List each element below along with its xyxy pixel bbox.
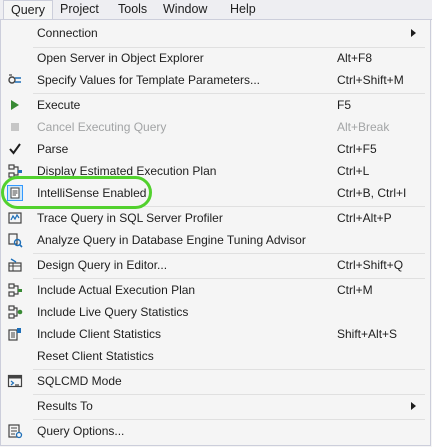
menu-item-label: Specify Values for Template Parameters..…: [37, 73, 260, 87]
menu-item-label: Connection: [37, 26, 98, 40]
menu-item-label: Query Options...: [37, 424, 125, 438]
menu-item-shortcut: Alt+Break: [337, 120, 390, 134]
menu-item-label: Include Actual Execution Plan: [37, 283, 196, 297]
menu-item-trace-profiler[interactable]: Trace Query in SQL Server Profiler Ctrl+…: [1, 207, 430, 229]
menu-item-shortcut: Ctrl+L: [337, 164, 370, 178]
menu-item-shortcut: Shift+Alt+S: [337, 327, 398, 341]
query-menu-dropdown: Connection Open Server in Object Explore…: [0, 19, 431, 446]
menu-item-shortcut: Ctrl+B, Ctrl+I: [337, 186, 407, 200]
menu-item-shortcut: F5: [337, 98, 352, 112]
highlight-annotation-circle: [1, 176, 152, 209]
menu-item-label: Include Client Statistics: [37, 327, 162, 341]
menu-item-open-server[interactable]: Open Server in Object Explorer Alt+F8: [1, 47, 430, 69]
menu-item-label: SQLCMD Mode: [37, 374, 122, 388]
tuning-advisor-icon: [8, 233, 23, 248]
menu-item-tuning-advisor[interactable]: Analyze Query in Database Engine Tuning …: [1, 229, 430, 251]
menu-item-shortcut: Ctrl+Shift+Q: [337, 258, 404, 272]
menu-item-sqlcmd-mode[interactable]: SQLCMD Mode: [1, 370, 430, 392]
menu-item-template-parameters[interactable]: Specify Values for Template Parameters..…: [1, 69, 430, 91]
stop-icon: [11, 123, 19, 131]
menubar-help[interactable]: Help: [223, 0, 263, 19]
menu-item-label: Cancel Executing Query: [37, 120, 167, 134]
menu-item-label: Trace Query in SQL Server Profiler: [37, 211, 223, 225]
sqlcmd-icon: [7, 374, 23, 388]
live-stats-icon: [8, 305, 23, 319]
menu-item-execute[interactable]: Execute F5: [1, 94, 430, 116]
menu-item-label: Execute: [37, 98, 81, 112]
menu-item-label: Results To: [37, 399, 93, 413]
submenu-arrow-icon: [411, 402, 416, 410]
menubar-tools[interactable]: Tools: [111, 0, 154, 19]
menu-item-design-query[interactable]: Design Query in Editor... Ctrl+Shift+Q: [1, 254, 430, 276]
menu-item-parse[interactable]: Parse Ctrl+F5: [1, 138, 430, 160]
menubar-project[interactable]: Project: [53, 0, 106, 19]
template-parameters-icon: [8, 74, 21, 84]
menu-item-connection[interactable]: Connection: [1, 22, 430, 44]
menu-item-label: Analyze Query in Database Engine Tuning …: [37, 233, 306, 247]
menu-item-label: Parse: [37, 142, 69, 156]
menu-item-shortcut: Ctrl+F5: [337, 142, 377, 156]
menu-item-client-stats[interactable]: Include Client Statistics Shift+Alt+S: [1, 323, 430, 345]
menu-item-shortcut: Ctrl+M: [337, 283, 373, 297]
actual-plan-icon: [8, 283, 22, 297]
query-options-icon: [8, 424, 23, 439]
menu-item-label: Design Query in Editor...: [37, 258, 168, 272]
menu-item-shortcut: Ctrl+Alt+P: [337, 211, 392, 225]
submenu-arrow-icon: [411, 29, 416, 37]
menubar-window[interactable]: Window: [156, 0, 214, 19]
menu-item-label: Include Live Query Statistics: [37, 305, 189, 319]
menu-item-live-stats[interactable]: Include Live Query Statistics: [1, 301, 430, 323]
menu-item-cancel-query[interactable]: Cancel Executing Query Alt+Break: [1, 116, 430, 138]
play-icon: [11, 100, 19, 110]
checkmark-icon: [9, 143, 21, 155]
design-query-icon: [8, 258, 22, 272]
menu-item-label: Reset Client Statistics: [37, 349, 154, 363]
menu-item-label: Open Server in Object Explorer: [37, 51, 204, 65]
menu-item-query-options[interactable]: Query Options...: [1, 420, 430, 442]
menu-bar: Query Project Tools Window Help: [0, 0, 432, 20]
client-stats-icon: [8, 328, 21, 341]
profiler-icon: [8, 212, 22, 224]
menu-item-results-to[interactable]: Results To: [1, 395, 430, 417]
menubar-query[interactable]: Query: [3, 0, 54, 20]
menu-item-reset-client-stats[interactable]: Reset Client Statistics: [1, 345, 430, 367]
menu-item-shortcut: Ctrl+Shift+M: [337, 73, 404, 87]
menu-item-actual-plan[interactable]: Include Actual Execution Plan Ctrl+M: [1, 279, 430, 301]
menu-item-shortcut: Alt+F8: [337, 51, 373, 65]
